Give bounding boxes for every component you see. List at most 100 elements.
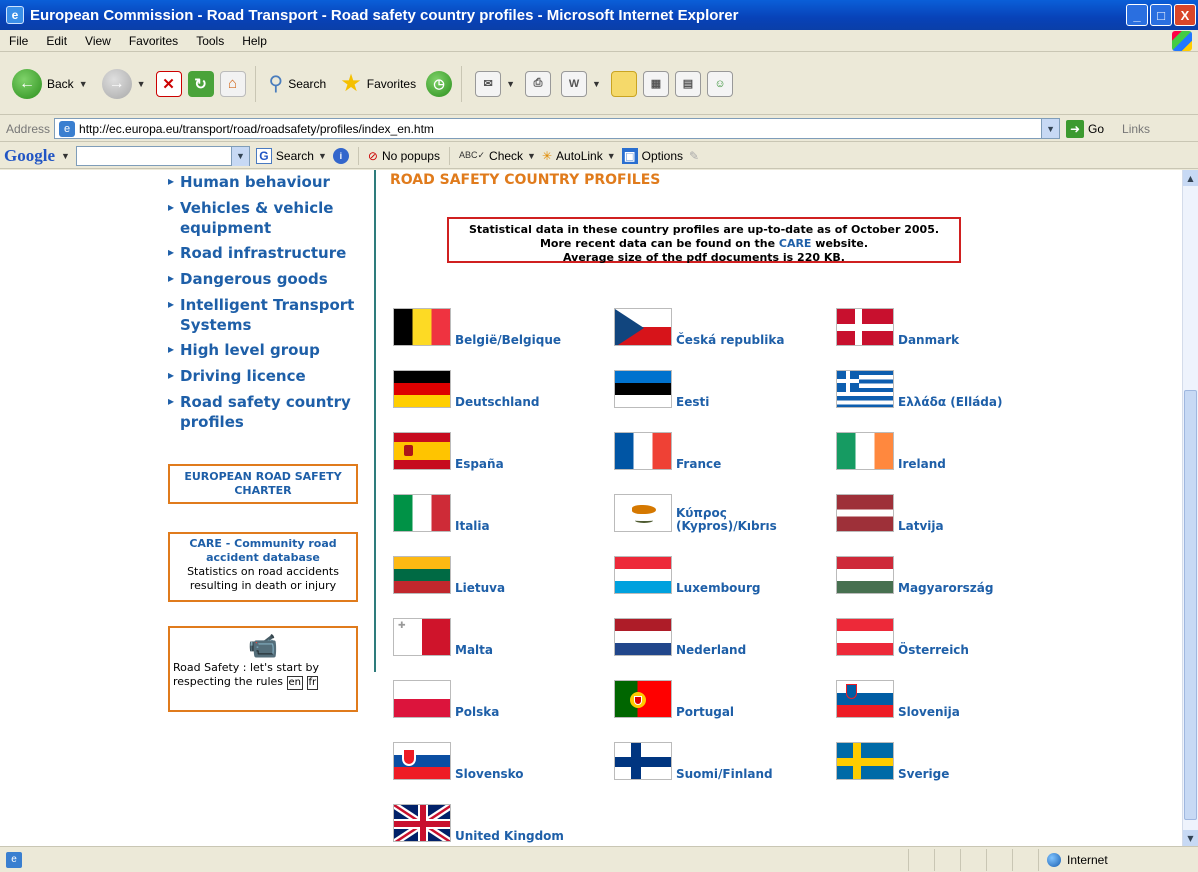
data-notice-box: Statistical data in these country profil… <box>447 217 961 264</box>
forward-button[interactable]: → ▼ <box>98 66 150 102</box>
scroll-thumb[interactable] <box>1184 390 1197 820</box>
charter-box[interactable]: EUROPEAN ROAD SAFETY CHARTER <box>168 464 358 504</box>
care-link[interactable]: CARE - Community road accident database <box>173 537 353 565</box>
menu-view[interactable]: View <box>76 34 120 48</box>
google-search-input[interactable]: ▼ <box>75 145 250 166</box>
country-link-cyprus[interactable]: Κύπρος (Kypros)/Kıbrıs <box>614 494 777 533</box>
vertical-scrollbar[interactable]: ▲ ▼ <box>1182 170 1198 846</box>
chevron-down-icon: ▼ <box>592 78 601 89</box>
favorites-button[interactable]: ★ Favorites <box>336 66 420 101</box>
country-link-czech[interactable]: Česká republika <box>614 308 784 347</box>
research-icon[interactable]: ▤ <box>674 70 701 97</box>
page-title: ROAD SAFETY COUNTRY PROFILES <box>390 172 661 188</box>
mail-button[interactable]: ✉ ▼ <box>471 68 519 100</box>
chevron-down-icon[interactable]: ▼ <box>61 151 70 161</box>
charter-link[interactable]: EUROPEAN ROAD SAFETY CHARTER <box>184 470 341 497</box>
maximize-button[interactable]: □ <box>1150 4 1172 26</box>
country-link-slovenia[interactable]: Slovenija <box>836 680 960 719</box>
chevron-down-icon[interactable]: ▼ <box>1041 119 1060 138</box>
folder-icon[interactable] <box>610 70 637 97</box>
nav-item-high-level-group[interactable]: High level group <box>168 339 368 360</box>
country-link-sweden[interactable]: Sverige <box>836 742 949 781</box>
country-link-italy[interactable]: Italia <box>393 494 490 533</box>
country-link-france[interactable]: France <box>614 432 722 471</box>
country-name: France <box>676 457 722 471</box>
country-link-lithuania[interactable]: Lietuva <box>393 556 505 595</box>
country-link-netherlands[interactable]: Nederland <box>614 618 746 657</box>
zone-label: Internet <box>1067 852 1108 867</box>
country-link-denmark[interactable]: Danmark <box>836 308 959 347</box>
toolbar-separator <box>461 65 463 102</box>
back-button[interactable]: ← Back ▼ <box>8 66 92 102</box>
go-button[interactable]: ➜ Go <box>1066 119 1104 138</box>
country-link-estonia[interactable]: Eesti <box>614 370 709 409</box>
refresh-icon[interactable]: ↻ <box>187 70 214 97</box>
menu-help[interactable]: Help <box>233 34 276 48</box>
popup-blocker-button[interactable]: ⊘ No popups <box>368 149 440 163</box>
country-link-malta[interactable]: ✚ Malta <box>393 618 493 657</box>
print-icon[interactable]: ⎙ <box>525 70 552 97</box>
nav-item-country-profiles[interactable]: Road safety country profiles <box>168 391 368 432</box>
minimize-button[interactable]: _ <box>1126 4 1148 26</box>
status-bar: e Internet <box>0 846 1198 872</box>
back-arrow-icon: ← <box>12 68 42 99</box>
country-link-germany[interactable]: Deutschland <box>393 370 540 409</box>
ie-icon: e <box>6 6 24 24</box>
address-input[interactable]: e http://ec.europa.eu/transport/road/roa… <box>54 118 1061 139</box>
country-name: Slovensko <box>455 767 524 781</box>
country-link-austria[interactable]: Österreich <box>836 618 969 657</box>
scroll-up-icon[interactable]: ▲ <box>1183 170 1198 186</box>
country-link-portugal[interactable]: Portugal <box>614 680 734 719</box>
nav-item-vehicles[interactable]: Vehicles & vehicle equipment <box>168 197 368 238</box>
history-icon[interactable]: ◷ <box>426 70 453 97</box>
calculator-icon[interactable]: ▦ <box>642 70 669 97</box>
options-button[interactable]: ▣ Options <box>621 147 683 164</box>
google-search-button[interactable]: G Search ▼ <box>255 147 327 164</box>
lang-fr-link[interactable]: fr <box>306 676 319 690</box>
menu-file[interactable]: File <box>0 34 37 48</box>
care-box: CARE - Community road accident database … <box>168 532 358 602</box>
slovenia-flag-icon <box>836 680 894 718</box>
finland-flag-icon <box>614 742 672 780</box>
search-button[interactable]: ⚲ Search <box>265 68 331 99</box>
country-link-slovakia[interactable]: Slovensko <box>393 742 524 781</box>
home-icon[interactable]: ⌂ <box>219 70 246 97</box>
country-link-finland[interactable]: Suomi/Finland <box>614 742 773 781</box>
edit-button[interactable]: W ▼ <box>557 68 605 100</box>
options-icon: ▣ <box>621 147 638 164</box>
spell-check-button[interactable]: ABC✓ Check ▼ <box>459 149 536 163</box>
page-info-icon[interactable]: i <box>332 147 349 164</box>
menu-edit[interactable]: Edit <box>37 34 76 48</box>
close-button[interactable]: X <box>1174 4 1196 26</box>
country-link-luxembourg[interactable]: Luxembourg <box>614 556 760 595</box>
country-link-spain[interactable]: España <box>393 432 504 471</box>
nav-item-road-infrastructure[interactable]: Road infrastructure <box>168 242 368 263</box>
menu-favorites[interactable]: Favorites <box>120 34 187 48</box>
country-link-poland[interactable]: Polska <box>393 680 499 719</box>
messenger-icon[interactable]: ☺ <box>706 70 733 97</box>
country-link-greece[interactable]: Ελλάδα (Elláda) <box>836 370 1002 409</box>
country-link-ireland[interactable]: Ireland <box>836 432 946 471</box>
scroll-down-icon[interactable]: ▼ <box>1183 830 1198 846</box>
highlighter-icon[interactable]: ✎ <box>689 149 699 163</box>
country-link-uk[interactable]: United Kingdom <box>393 804 564 843</box>
country-link-latvia[interactable]: Latvija <box>836 494 944 533</box>
lang-en-link[interactable]: en <box>286 676 303 690</box>
menu-tools[interactable]: Tools <box>187 34 233 48</box>
nav-item-human-behaviour[interactable]: Human behaviour <box>168 171 368 192</box>
windows-logo-icon <box>1172 31 1192 51</box>
nav-item-its[interactable]: Intelligent Transport Systems <box>168 294 368 335</box>
toolbar-separator <box>357 146 359 165</box>
stop-icon[interactable]: ✕ <box>155 70 182 97</box>
country-link-hungary[interactable]: Magyarország <box>836 556 993 595</box>
care-website-link[interactable]: CARE <box>779 237 812 250</box>
chevron-down-icon[interactable]: ▼ <box>230 146 249 166</box>
google-logo[interactable]: Google <box>4 146 55 166</box>
nav-item-driving-licence[interactable]: Driving licence <box>168 365 368 386</box>
netherlands-flag-icon <box>614 618 672 656</box>
status-cell <box>934 848 960 871</box>
nav-item-dangerous-goods[interactable]: Dangerous goods <box>168 268 368 289</box>
autolink-button[interactable]: ✳ AutoLink ▼ <box>542 149 616 163</box>
country-link-belgium[interactable]: België/Belgique <box>393 308 561 347</box>
links-button[interactable]: Links <box>1122 122 1150 136</box>
